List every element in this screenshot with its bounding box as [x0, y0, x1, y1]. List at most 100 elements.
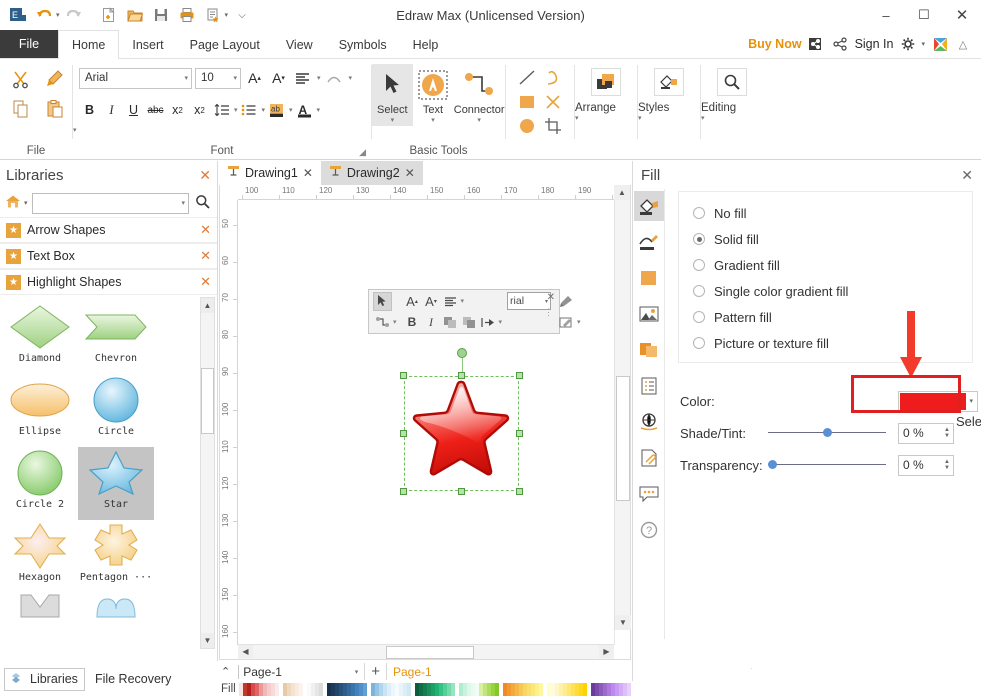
- ribbon-group-styles[interactable]: Styles ▾: [638, 59, 700, 160]
- close-icon[interactable]: ✕: [961, 167, 973, 184]
- grow-font-icon[interactable]: A▴: [244, 68, 265, 89]
- font-size-combo[interactable]: 10 ▾: [195, 68, 241, 89]
- cut-icon[interactable]: [4, 64, 38, 94]
- menu-tab-view[interactable]: View: [273, 30, 326, 58]
- resize-handle-se[interactable]: [516, 488, 523, 495]
- strikethrough-icon[interactable]: abc: [145, 100, 166, 121]
- curve-text-dropdown-icon[interactable]: ▾: [349, 74, 353, 82]
- tool-connector-dropdown-icon[interactable]: ▾: [477, 116, 481, 126]
- library-category-text-box[interactable]: ★ Text Box ✕: [0, 243, 217, 269]
- menu-tab-file[interactable]: File: [0, 30, 58, 58]
- menu-tab-page-layout[interactable]: Page Layout: [177, 30, 273, 58]
- connector-icon[interactable]: [373, 313, 392, 332]
- close-icon[interactable]: ✕: [200, 248, 211, 264]
- gear-dropdown-icon[interactable]: ▾: [921, 40, 925, 48]
- tool-connector[interactable]: Connector ▾: [453, 64, 505, 126]
- canvas-vertical-scrollbar[interactable]: ▼: [614, 200, 630, 630]
- layers-icon[interactable]: [634, 335, 664, 365]
- menu-tab-symbols[interactable]: Symbols: [326, 30, 400, 58]
- floating-format-toolbar[interactable]: ▾ A▴ A▾ ▾ B I: [368, 289, 560, 334]
- font-name-combo[interactable]: Arial ▾: [79, 68, 192, 89]
- edraw-logo-icon[interactable]: E: [6, 4, 30, 26]
- fill-option-no-fill[interactable]: No fill: [693, 200, 972, 226]
- ellipse-tool-icon[interactable]: [514, 114, 540, 138]
- tool-text[interactable]: Text ▾: [413, 64, 454, 126]
- selected-star-shape[interactable]: [404, 376, 519, 491]
- editing-dropdown-icon[interactable]: ▾: [701, 114, 705, 122]
- collapse-icon[interactable]: ⌃: [219, 665, 232, 678]
- line-spacing-icon[interactable]: [211, 100, 232, 121]
- colorful-app-icon[interactable]: [932, 36, 948, 52]
- chevron-down-icon[interactable]: ▾: [966, 397, 976, 405]
- resize-handle-e[interactable]: [516, 430, 523, 437]
- document-tab-drawing1[interactable]: Drawing1 ✕: [219, 161, 321, 185]
- shrink-font-icon[interactable]: A▾: [268, 68, 289, 89]
- bullet-list-dropdown-icon[interactable]: ▾: [262, 106, 266, 114]
- library-shape-hexagon[interactable]: Hexagon: [2, 520, 78, 593]
- scroll-left-icon[interactable]: ◀: [238, 645, 253, 658]
- search-icon[interactable]: [193, 194, 212, 212]
- scroll-down-icon[interactable]: ▼: [201, 633, 214, 648]
- crop-tool-icon[interactable]: [540, 114, 566, 138]
- font-color-icon[interactable]: A: [294, 100, 315, 121]
- drawing-page[interactable]: ▾ A▴ A▾ ▾ B I: [239, 201, 615, 645]
- resize-handle-sw[interactable]: [400, 488, 407, 495]
- resize-handle-ne[interactable]: [516, 372, 523, 379]
- line-spacing-dropdown-icon[interactable]: ▾: [234, 106, 238, 114]
- bold-icon[interactable]: B: [403, 313, 422, 332]
- subscript-icon[interactable]: x2: [167, 100, 188, 121]
- menu-tab-help[interactable]: Help: [400, 30, 452, 58]
- line-icon[interactable]: [634, 227, 664, 257]
- spinner-arrows-icon[interactable]: ▲▼: [944, 427, 953, 439]
- scrollbar-thumb[interactable]: [201, 368, 214, 434]
- italic-icon[interactable]: I: [101, 100, 122, 121]
- line-tool-icon[interactable]: [514, 66, 540, 90]
- arrange-dropdown-icon[interactable]: ▾: [575, 114, 579, 122]
- radio-icon[interactable]: [693, 337, 705, 349]
- close-icon[interactable]: ✕: [200, 222, 211, 238]
- quick-access-toolbar[interactable]: E ▾ ▾ ⌵: [0, 4, 254, 26]
- close-icon[interactable]: ✕: [303, 166, 313, 180]
- paste-icon[interactable]: [38, 94, 72, 124]
- text-align-icon[interactable]: [441, 292, 460, 311]
- grow-font-icon[interactable]: A▴: [403, 292, 422, 311]
- arc-tool-icon[interactable]: [540, 66, 566, 90]
- scroll-up-icon[interactable]: ▲: [201, 298, 214, 313]
- gear-icon[interactable]: [900, 36, 916, 52]
- line-color-icon[interactable]: [460, 313, 479, 332]
- spinner-arrows-icon[interactable]: ▲▼: [944, 459, 953, 471]
- menu-tab-insert[interactable]: Insert: [119, 30, 176, 58]
- shade-tint-slider[interactable]: [768, 426, 886, 440]
- resize-handle-nw[interactable]: [400, 372, 407, 379]
- curve-text-icon[interactable]: [324, 68, 345, 89]
- fill-option-gradient-fill[interactable]: Gradient fill: [693, 252, 972, 278]
- shrink-font-icon[interactable]: A▾: [422, 292, 441, 311]
- more-dropdown-icon[interactable]: ▾: [225, 11, 229, 19]
- fill-option-single-color-gradient-fill[interactable]: Single color gradient fill: [693, 278, 972, 304]
- scroll-down-icon[interactable]: ▼: [615, 615, 631, 630]
- fill-option-pattern-fill[interactable]: Pattern fill: [693, 304, 972, 330]
- superscript-icon[interactable]: x2: [189, 100, 210, 121]
- comment-icon[interactable]: [634, 479, 664, 509]
- save-icon[interactable]: [149, 4, 173, 26]
- globe-icon[interactable]: [634, 407, 664, 437]
- bold-icon[interactable]: B: [79, 100, 100, 121]
- format-painter-icon[interactable]: [38, 64, 72, 94]
- radio-icon[interactable]: [693, 259, 705, 271]
- ribbon-group-editing[interactable]: Editing ▾: [701, 59, 763, 160]
- new-file-icon[interactable]: [97, 4, 121, 26]
- library-shape-circle[interactable]: Circle: [78, 374, 154, 447]
- help-icon[interactable]: ?: [634, 515, 664, 545]
- fill-option-solid-fill[interactable]: Solid fill: [693, 226, 972, 252]
- fill-color-icon[interactable]: [441, 313, 460, 332]
- text-align-icon[interactable]: [292, 68, 313, 89]
- undo-icon[interactable]: [32, 4, 56, 26]
- picture-icon[interactable]: [634, 299, 664, 329]
- page-icon[interactable]: [634, 371, 664, 401]
- panel-tab-libraries[interactable]: Libraries: [4, 668, 85, 691]
- library-shape-pentagon[interactable]: Pentagon ···: [78, 520, 154, 593]
- radio-icon[interactable]: [693, 233, 705, 245]
- tool-select[interactable]: Select ▾: [372, 64, 413, 126]
- format-painter-icon[interactable]: [557, 292, 576, 311]
- pointer-icon[interactable]: [373, 292, 392, 311]
